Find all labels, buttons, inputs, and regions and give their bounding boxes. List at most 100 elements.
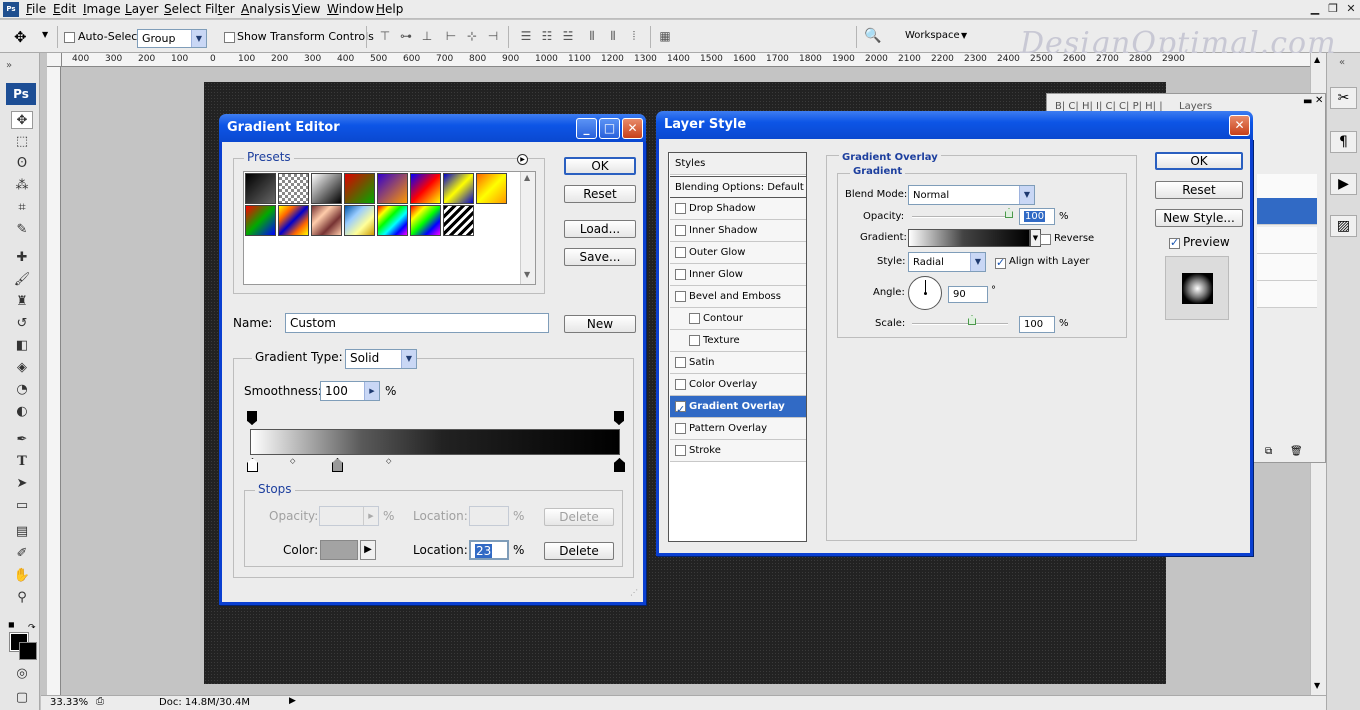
midpoint-diamond-icon[interactable]: ◇ <box>290 457 295 465</box>
lasso-tool-icon[interactable]: ʘ <box>11 155 33 173</box>
delete-opacity-stop-button[interactable]: Delete <box>544 508 614 526</box>
menu-file[interactable]: File <box>26 2 46 16</box>
stop-color-swatch[interactable] <box>320 540 358 560</box>
style-item-checkbox[interactable] <box>689 312 700 324</box>
menu-layer[interactable]: Layer <box>125 2 158 16</box>
reverse-checkbox[interactable] <box>1040 232 1051 245</box>
style-item-checkbox[interactable] <box>689 334 700 346</box>
preview-checkbox[interactable] <box>1169 236 1180 249</box>
panel-close-icon[interactable]: ✕ <box>1315 95 1323 106</box>
stop-opacity-input[interactable]: ▶ <box>319 506 379 526</box>
paint-bucket-tool-icon[interactable]: ◈ <box>11 359 33 377</box>
preset-swatch[interactable] <box>278 173 309 204</box>
shape-tool-icon[interactable]: ▭ <box>11 497 33 515</box>
paragraph-panel-icon[interactable]: ¶ <box>1330 131 1357 153</box>
style-item-checkbox[interactable] <box>675 224 686 236</box>
style-item-checkbox[interactable] <box>675 399 686 420</box>
distribute-vcenter-icon[interactable]: ☷ <box>538 28 556 44</box>
healing-brush-tool-icon[interactable]: ✚ <box>11 249 33 267</box>
menu-analysis[interactable]: Analysis <box>241 2 290 16</box>
ok-button[interactable]: OK <box>564 157 636 175</box>
style-item-checkbox[interactable] <box>675 290 686 302</box>
show-transform-checkbox[interactable] <box>224 30 235 43</box>
dodge-tool-icon[interactable]: ◐ <box>11 403 33 421</box>
presets-scrollbar[interactable]: ▲ ▼ <box>520 172 535 284</box>
marquee-tool-icon[interactable]: ⬚ <box>11 133 33 151</box>
style-item-contour[interactable]: Contour <box>670 308 806 330</box>
preset-swatch[interactable] <box>443 173 474 204</box>
align-top-icon[interactable]: ⊤ <box>376 28 394 44</box>
style-item-checkbox[interactable] <box>675 268 686 280</box>
tools-panel-icon[interactable]: ✂ <box>1330 87 1357 109</box>
new-gradient-button[interactable]: New <box>564 315 636 333</box>
preset-swatch[interactable] <box>410 205 441 236</box>
new-layer-icon[interactable]: ⧉ <box>1265 446 1272 457</box>
default-colors-icon[interactable]: ◼ <box>8 620 15 629</box>
panel-minimize-icon[interactable]: ▬ <box>1303 96 1312 107</box>
opacity-input[interactable]: 100 <box>1019 208 1055 225</box>
preset-swatch[interactable] <box>245 173 276 204</box>
menu-image[interactable]: Image <box>83 2 121 16</box>
tool-preset-dropdown-icon[interactable]: ▼ <box>42 30 48 39</box>
layer-style-titlebar[interactable]: Layer Style ✕ <box>656 111 1253 139</box>
preset-swatch[interactable] <box>443 205 474 236</box>
presets-menu-icon[interactable]: ▶ <box>517 154 528 165</box>
opacity-location-input[interactable] <box>469 506 509 526</box>
move-tool-icon[interactable]: ✥ <box>11 111 33 129</box>
scroll-down-icon[interactable]: ▼ <box>524 270 530 279</box>
close-icon[interactable]: ✕ <box>1344 2 1358 16</box>
minimize-icon[interactable]: _ <box>576 118 597 139</box>
align-vcenter-icon[interactable]: ⊶ <box>397 28 415 44</box>
color-stop-white[interactable] <box>247 458 258 472</box>
close-icon[interactable]: ✕ <box>1229 115 1250 136</box>
style-item-gradient-overlay[interactable]: Gradient Overlay <box>670 396 806 420</box>
preset-swatch[interactable] <box>344 205 375 236</box>
menu-select[interactable]: Select <box>164 2 201 16</box>
opacity-slider-icon[interactable]: ▶ <box>363 507 378 525</box>
style-item-checkbox[interactable] <box>675 202 686 214</box>
reset-button[interactable]: Reset <box>1155 181 1243 199</box>
scroll-up-icon[interactable]: ▲ <box>1314 55 1320 64</box>
style-item-satin[interactable]: Satin <box>670 352 806 374</box>
preset-swatch[interactable] <box>278 205 309 236</box>
brush-tool-icon[interactable]: 🖌 <box>11 271 33 289</box>
layer-row[interactable] <box>1257 174 1317 201</box>
layer-row-selected[interactable] <box>1257 198 1317 225</box>
scroll-up-icon[interactable]: ▲ <box>524 173 530 182</box>
smoothness-input[interactable]: 100 ▶ <box>320 381 380 401</box>
scale-slider-track[interactable] <box>912 323 1008 325</box>
align-left-icon[interactable]: ⊢ <box>442 28 460 44</box>
style-item-checkbox[interactable] <box>675 444 686 456</box>
screen-mode-icon[interactable]: ▢ <box>11 689 33 707</box>
layer-row[interactable] <box>1257 254 1317 281</box>
style-item-color-overlay[interactable]: Color Overlay <box>670 374 806 396</box>
clone-stamp-tool-icon[interactable]: ♜ <box>11 293 33 311</box>
angle-dial[interactable] <box>908 276 942 310</box>
restore-icon[interactable]: ❐ <box>1326 2 1340 16</box>
styles-header[interactable]: Styles <box>670 153 806 175</box>
distribute-left-icon[interactable]: ⦀ <box>583 28 601 44</box>
ruler-origin[interactable] <box>47 53 62 67</box>
style-item-inner-shadow[interactable]: Inner Shadow <box>670 220 806 242</box>
minimize-icon[interactable]: ▁ <box>1308 2 1322 16</box>
style-item-checkbox[interactable] <box>675 422 686 434</box>
distribute-bottom-icon[interactable]: ☱ <box>559 28 577 44</box>
delete-color-stop-button[interactable]: Delete <box>544 542 614 560</box>
menu-filter[interactable]: Filter <box>205 2 235 16</box>
style-item-pattern-overlay[interactable]: Pattern Overlay <box>670 418 806 440</box>
save-button[interactable]: Save... <box>564 248 636 266</box>
zoom-tool-icon[interactable]: ⚲ <box>11 589 33 607</box>
delete-layer-icon[interactable]: 🗑 <box>1290 446 1303 457</box>
eyedropper-tool-icon[interactable]: ✐ <box>11 545 33 563</box>
navigator-panel-icon[interactable]: ▨ <box>1330 215 1357 237</box>
preset-swatch[interactable] <box>377 205 408 236</box>
actions-panel-icon[interactable]: ▶ <box>1330 173 1357 195</box>
blur-tool-icon[interactable]: ◔ <box>11 381 33 399</box>
preset-swatch[interactable] <box>311 205 342 236</box>
color-menu-arrow-icon[interactable]: ▶ <box>360 540 376 560</box>
eraser-tool-icon[interactable]: ◧ <box>11 337 33 355</box>
style-item-bevel-and-emboss[interactable]: Bevel and Emboss <box>670 286 806 308</box>
align-with-layer-checkbox[interactable] <box>995 256 1006 269</box>
menu-help[interactable]: Help <box>376 2 403 16</box>
align-right-icon[interactable]: ⊣ <box>484 28 502 44</box>
